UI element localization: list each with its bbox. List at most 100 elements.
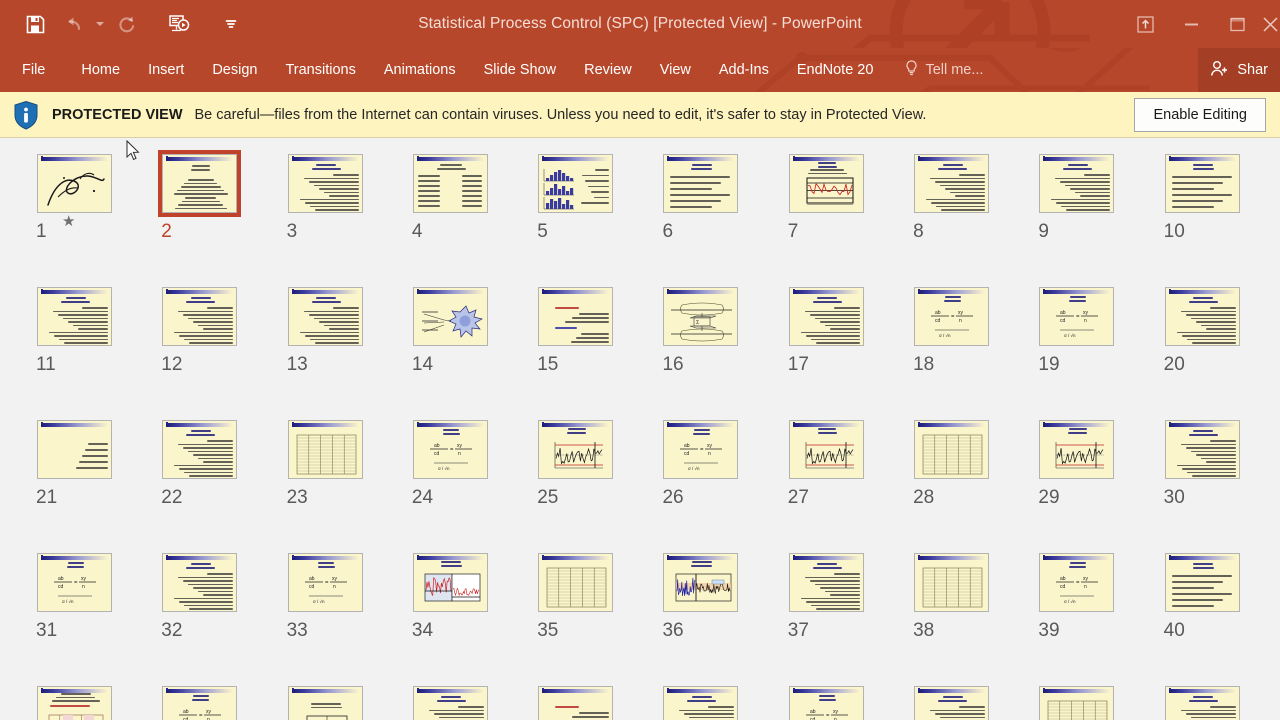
slide-thumbnail-33[interactable]: ab cd = xy n σ / √n 33 xyxy=(278,549,403,682)
save-icon[interactable] xyxy=(16,7,54,41)
slide-thumb-frame[interactable] xyxy=(534,283,617,350)
slide-thumbnail-39[interactable]: ab cd = xy n σ / √n 39 xyxy=(1029,549,1154,682)
slide-thumbnail-45[interactable]: 45 xyxy=(528,682,653,720)
slide-thumbnail-35[interactable]: 35 xyxy=(528,549,653,682)
tab-transitions[interactable]: Transitions xyxy=(271,48,369,92)
share-button[interactable]: Shar xyxy=(1198,48,1280,92)
minimize-icon[interactable] xyxy=(1168,4,1214,44)
slide-thumbnail-38[interactable]: 38 xyxy=(904,549,1029,682)
slide-thumb-frame[interactable] xyxy=(409,549,492,616)
slide-thumb-frame[interactable]: ab cd =xy n σ / √n xyxy=(659,416,742,483)
slide-thumbnail-14[interactable]: 14 xyxy=(403,283,528,416)
slide-thumbnail-41[interactable]: 41 xyxy=(27,682,152,720)
slide-thumbnail-37[interactable]: 37 xyxy=(779,549,904,682)
slide-thumb-frame[interactable] xyxy=(284,150,367,217)
slide-thumb-frame[interactable] xyxy=(1035,682,1118,720)
start-presentation-icon[interactable] xyxy=(160,7,198,41)
slide-thumbnail-18[interactable]: ab cd = xy n σ / √n 18 xyxy=(904,283,1029,416)
slide-thumbnail-17[interactable]: 17 xyxy=(779,283,904,416)
slide-thumb-frame[interactable] xyxy=(284,682,367,720)
tab-file[interactable]: File xyxy=(0,48,67,92)
slide-thumbnail-26[interactable]: ab cd = xy n σ / √n 26 xyxy=(653,416,778,549)
slide-thumbnail-13[interactable]: 13 xyxy=(278,283,403,416)
tab-view[interactable]: View xyxy=(646,48,705,92)
slide-thumb-frame[interactable] xyxy=(409,283,492,350)
animation-star-icon[interactable]: ★ xyxy=(62,214,75,229)
slide-thumbnail-47[interactable]: abcd=xynσ / √n47 xyxy=(779,682,904,720)
slide-thumbnail-25[interactable]: 25 xyxy=(528,416,653,549)
slide-thumbnail-19[interactable]: ab cd = xy n σ / √n 19 xyxy=(1029,283,1154,416)
slide-thumbnail-1[interactable]: 1 ★ xyxy=(27,150,152,283)
tab-slide-show[interactable]: Slide Show xyxy=(470,48,571,92)
slide-thumbnail-21[interactable]: 21 xyxy=(27,416,152,549)
slide-thumb-frame[interactable] xyxy=(158,549,241,616)
slide-thumb-frame[interactable]: ab cd =xy n σ / √n xyxy=(284,549,367,616)
slide-thumb-frame[interactable] xyxy=(158,150,242,217)
slide-thumbnail-50[interactable]: 50 xyxy=(1155,682,1280,720)
slide-thumb-frame[interactable] xyxy=(785,416,868,483)
restore-icon[interactable] xyxy=(1214,4,1260,44)
tab-endnote-20[interactable]: EndNote 20 xyxy=(783,48,888,92)
slide-thumb-frame[interactable] xyxy=(910,416,993,483)
slide-thumbnail-23[interactable]: 23 xyxy=(278,416,403,549)
slide-thumb-frame[interactable] xyxy=(33,416,116,483)
slide-thumbnail-32[interactable]: 32 xyxy=(152,549,277,682)
slide-thumbnail-46[interactable]: 46 xyxy=(653,682,778,720)
slide-thumb-frame[interactable] xyxy=(33,283,116,350)
slide-thumb-frame[interactable]: ab cd =xy n σ / √n xyxy=(409,416,492,483)
slide-thumb-frame[interactable] xyxy=(910,549,993,616)
slide-thumb-frame[interactable] xyxy=(785,549,868,616)
slide-thumb-frame[interactable] xyxy=(910,150,993,217)
slide-thumb-frame[interactable] xyxy=(1035,416,1118,483)
slide-thumbnail-11[interactable]: 11 xyxy=(27,283,152,416)
slide-thumbnail-36[interactable]: 36 xyxy=(653,549,778,682)
slide-thumb-frame[interactable] xyxy=(785,150,868,217)
slide-thumbnail-20[interactable]: 20 xyxy=(1155,283,1280,416)
slide-thumbnail-15[interactable]: 15 xyxy=(528,283,653,416)
slide-thumbnail-30[interactable]: 30 xyxy=(1155,416,1280,549)
slide-thumbnail-3[interactable]: 3 xyxy=(278,150,403,283)
slide-thumb-frame[interactable]: ab cd =xy n σ / √n xyxy=(910,283,993,350)
slide-thumb-frame[interactable] xyxy=(1161,549,1244,616)
slide-thumb-frame[interactable] xyxy=(1161,283,1244,350)
tab-review[interactable]: Review xyxy=(570,48,646,92)
slide-thumbnail-24[interactable]: ab cd = xy n σ / √n 24 xyxy=(403,416,528,549)
close-icon[interactable] xyxy=(1260,4,1280,44)
slide-thumbnail-6[interactable]: 6 xyxy=(653,150,778,283)
slide-thumbnail-40[interactable]: 40 xyxy=(1155,549,1280,682)
tell-me-search[interactable]: Tell me... xyxy=(887,48,995,92)
slide-thumb-frame[interactable] xyxy=(1161,150,1244,217)
slide-thumbnail-7[interactable]: 7 xyxy=(779,150,904,283)
slide-thumb-frame[interactable] xyxy=(284,283,367,350)
tab-home[interactable]: Home xyxy=(67,48,134,92)
slide-thumb-frame[interactable] xyxy=(785,283,868,350)
slide-thumb-frame[interactable] xyxy=(158,416,241,483)
undo-dropdown-icon[interactable] xyxy=(92,7,108,41)
undo-icon[interactable] xyxy=(54,7,92,41)
slide-thumb-frame[interactable] xyxy=(910,682,993,720)
slide-thumbnail-49[interactable]: 49 xyxy=(1029,682,1154,720)
slide-thumbnail-48[interactable]: 48 xyxy=(904,682,1029,720)
slide-thumb-frame[interactable] xyxy=(1035,150,1118,217)
tab-insert[interactable]: Insert xyxy=(134,48,198,92)
slide-thumb-frame[interactable] xyxy=(1161,416,1244,483)
slide-thumbnail-31[interactable]: ab cd = xy n σ / √n 31 xyxy=(27,549,152,682)
slide-thumb-frame[interactable] xyxy=(659,549,742,616)
slide-thumbnail-4[interactable]: 4 xyxy=(403,150,528,283)
slide-thumbnail-12[interactable]: 12 xyxy=(152,283,277,416)
slide-thumbnail-16[interactable]: Σ 16 xyxy=(653,283,778,416)
slide-thumb-frame[interactable] xyxy=(534,416,617,483)
slide-thumbnail-5[interactable]: 5 xyxy=(528,150,653,283)
ribbon-display-options-icon[interactable] xyxy=(1122,4,1168,44)
tab-animations[interactable]: Animations xyxy=(370,48,470,92)
slide-thumb-frame[interactable]: ab cd =xy n σ / √n xyxy=(1035,283,1118,350)
slide-thumbnail-9[interactable]: 9 xyxy=(1029,150,1154,283)
slide-thumb-frame[interactable] xyxy=(534,549,617,616)
slide-thumb-frame[interactable] xyxy=(33,682,116,720)
slide-thumbnail-34[interactable]: 34 xyxy=(403,549,528,682)
slide-thumb-frame[interactable] xyxy=(659,682,742,720)
slide-thumbnail-8[interactable]: 8 xyxy=(904,150,1029,283)
slide-sorter-view[interactable]: 1 ★ 2 3 4 5 6 7 8 9 10 11 12 13 14 15 Σ 16 17 ab cd = xy n σ / √… xyxy=(0,138,1280,720)
slide-thumb-frame[interactable] xyxy=(33,150,116,217)
slide-thumb-frame[interactable] xyxy=(409,682,492,720)
